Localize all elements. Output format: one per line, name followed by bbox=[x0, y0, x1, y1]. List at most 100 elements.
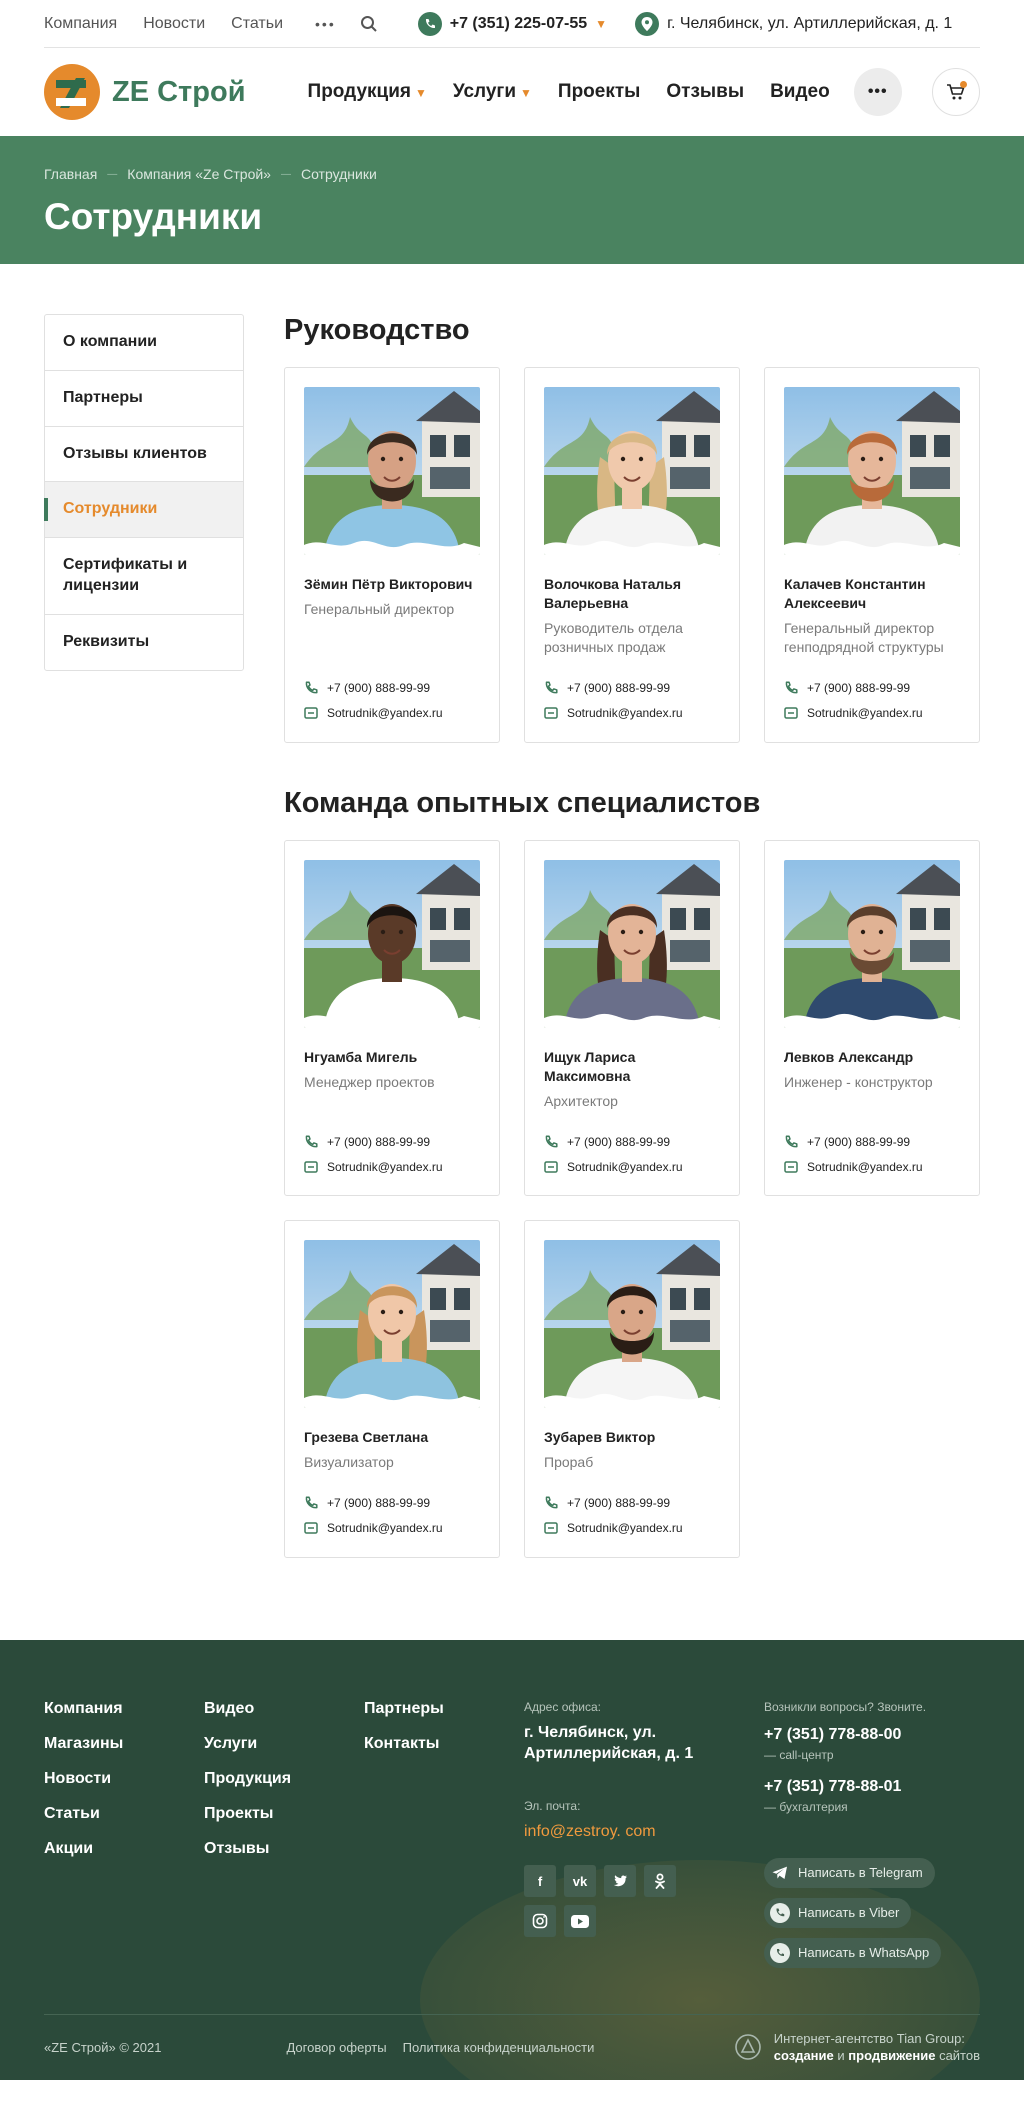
logo[interactable]: ZE Строй bbox=[44, 64, 246, 120]
staff-phone-number: +7 (900) 888-99-99 bbox=[327, 1496, 431, 1511]
top-link-articles[interactable]: Статьи bbox=[231, 15, 283, 33]
breadcrumb-company[interactable]: Компания «Ze Строй» bbox=[127, 166, 271, 182]
main-header: ZE Строй Продукция ▼ Услуги ▼ Проекты Отзы… bbox=[44, 48, 980, 136]
search-icon[interactable] bbox=[360, 15, 378, 33]
nav-item-projects[interactable]: Проекты bbox=[558, 81, 640, 103]
telegram-button[interactable]: Написать в Telegram bbox=[764, 1857, 935, 1888]
staff-email[interactable]: Sotrudnik@yandex.ru bbox=[544, 1516, 720, 1541]
sidebar-item[interactable]: Отзывы клиентов bbox=[45, 427, 243, 483]
top-link-news[interactable]: Новости bbox=[143, 15, 205, 33]
breadcrumb-home[interactable]: Главная bbox=[44, 166, 97, 182]
footer-bottom: «ZE Строй» © 2021 Договор оферты Политик… bbox=[44, 2013, 980, 2080]
staff-email[interactable]: Sotrudnik@yandex.ru bbox=[304, 701, 480, 726]
staff-card: Левков Александр Инженер - конструктор +7 … bbox=[764, 839, 980, 1197]
staff-email-address: Sotrudnik@yandex.ru bbox=[567, 1521, 683, 1536]
top-link-company[interactable]: Компания bbox=[44, 15, 117, 33]
sidebar-item[interactable]: Реквизиты bbox=[45, 615, 243, 670]
mail-icon bbox=[304, 1522, 318, 1535]
staff-phone-number: +7 (900) 888-99-99 bbox=[567, 1496, 671, 1511]
footer-link[interactable]: Статьи bbox=[44, 1805, 204, 1823]
more-menu-button[interactable]: ••• bbox=[853, 68, 902, 116]
footer-link[interactable]: Партнеры bbox=[364, 1700, 524, 1718]
sidebar-item[interactable]: Сертификаты и лицензии bbox=[45, 538, 243, 615]
footer-link[interactable]: Услуги bbox=[204, 1735, 364, 1753]
sidebar-item[interactable]: Сотрудники bbox=[44, 482, 243, 539]
odnoklassniki-icon[interactable] bbox=[644, 1865, 676, 1898]
agency-credit[interactable]: Интернет-агентство Tian Group: создание … bbox=[734, 2030, 980, 2065]
footer-link[interactable]: Отзывы bbox=[204, 1840, 364, 1858]
whatsapp-button[interactable]: Написать в WhatsApp bbox=[764, 1937, 942, 1968]
more-top-links-icon[interactable]: ••• bbox=[315, 16, 336, 32]
staff-email[interactable]: Sotrudnik@yandex.ru bbox=[784, 1154, 960, 1179]
staff-email-address: Sotrudnik@yandex.ru bbox=[807, 1159, 923, 1174]
nav-item-products[interactable]: Продукция ▼ bbox=[308, 81, 427, 103]
staff-phone[interactable]: +7 (900) 888-99-99 bbox=[544, 1129, 720, 1154]
staff-role: Инженер - конструктор bbox=[784, 1073, 933, 1090]
staff-phone[interactable]: +7 (900) 888-99-99 bbox=[544, 1491, 720, 1516]
staff-name: Нгуамба Мигель bbox=[304, 1048, 418, 1065]
phone-icon bbox=[785, 681, 798, 694]
nav-item-services[interactable]: Услуги ▼ bbox=[453, 81, 532, 103]
offer-agreement-link[interactable]: Договор оферты bbox=[286, 2040, 386, 2055]
staff-email[interactable]: Sotrudnik@yandex.ru bbox=[544, 1154, 720, 1179]
footer-link[interactable]: Магазины bbox=[44, 1735, 204, 1753]
staff-phone[interactable]: +7 (900) 888-99-99 bbox=[784, 1129, 960, 1154]
staff-role: Прораб bbox=[544, 1454, 594, 1471]
footer-email[interactable]: info@zestroy. com bbox=[524, 1823, 764, 1841]
staff-email[interactable]: Sotrudnik@yandex.ru bbox=[784, 701, 960, 726]
footer-link[interactable]: Новости bbox=[44, 1770, 204, 1788]
page-hero: Главная — Компания «Ze Строй» — Сотрудни… bbox=[0, 136, 1024, 264]
instagram-icon[interactable] bbox=[524, 1905, 556, 1938]
staff-phone[interactable]: +7 (900) 888-99-99 bbox=[784, 676, 960, 701]
staff-photo bbox=[784, 859, 960, 1028]
staff-photo bbox=[544, 387, 720, 555]
staff-name: Грезева Светлана bbox=[304, 1429, 429, 1446]
viber-button[interactable]: Написать в Viber bbox=[764, 1897, 912, 1928]
cart-button[interactable] bbox=[932, 68, 980, 116]
logo-mark bbox=[44, 64, 100, 120]
staff-email[interactable]: Sotrudnik@yandex.ru bbox=[544, 701, 720, 726]
section-title: Руководство bbox=[284, 314, 470, 346]
nav-item-reviews[interactable]: Отзывы bbox=[666, 81, 744, 103]
staff-email[interactable]: Sotrudnik@yandex.ru bbox=[304, 1516, 480, 1541]
vk-icon[interactable]: vk bbox=[564, 1865, 596, 1898]
footer-phone-callcenter[interactable]: +7 (351) 778-88-00 bbox=[764, 1726, 980, 1744]
staff-contacts: +7 (900) 888-99-99 Sotrudnik@yandex.ru bbox=[544, 1111, 720, 1179]
footer-email-label: Эл. почта: bbox=[524, 1799, 581, 1814]
staff-phone[interactable]: +7 (900) 888-99-99 bbox=[304, 676, 480, 701]
staff-email-address: Sotrudnik@yandex.ru bbox=[807, 706, 923, 721]
staff-contacts: +7 (900) 888-99-99 Sotrudnik@yandex.ru bbox=[784, 1111, 960, 1179]
top-phone[interactable]: +7 (351) 225-07-55 ▼ bbox=[417, 11, 607, 36]
mail-icon bbox=[784, 1161, 798, 1173]
privacy-policy-link[interactable]: Политика конфиденциальности bbox=[403, 2040, 595, 2055]
footer-link[interactable]: Акции bbox=[44, 1840, 204, 1858]
sidebar-item[interactable]: О компании bbox=[45, 315, 243, 371]
staff-contacts: +7 (900) 888-99-99 Sotrudnik@yandex.ru bbox=[304, 1473, 480, 1541]
location-pin-icon bbox=[635, 11, 660, 36]
footer-phones: Возникли вопросы? Звоните. +7 (351) 778-… bbox=[764, 1700, 980, 1968]
staff-phone[interactable]: +7 (900) 888-99-99 bbox=[544, 676, 720, 701]
staff-contacts: +7 (900) 888-99-99 Sotrudnik@yandex.ru bbox=[544, 658, 720, 726]
footer-questions-label: Возникли вопросы? Звоните. bbox=[764, 1699, 927, 1714]
footer-link[interactable]: Продукция bbox=[204, 1770, 364, 1788]
footer-link[interactable]: Компания bbox=[44, 1700, 204, 1718]
staff-contacts: +7 (900) 888-99-99 Sotrudnik@yandex.ru bbox=[304, 658, 480, 726]
staff-name: Ищук Лариса Максимовна bbox=[544, 1048, 636, 1084]
copyright: «ZE Строй» © 2021 bbox=[44, 2039, 162, 2055]
staff-phone[interactable]: +7 (900) 888-99-99 bbox=[304, 1491, 480, 1516]
section-title: Команда опытных специалистов bbox=[284, 786, 761, 819]
staff-name: Калачев Константин Алексеевич bbox=[784, 576, 926, 611]
twitter-icon[interactable] bbox=[604, 1865, 636, 1898]
footer-link[interactable]: Видео bbox=[204, 1700, 364, 1718]
facebook-icon[interactable]: f bbox=[524, 1865, 556, 1898]
staff-email[interactable]: Sotrudnik@yandex.ru bbox=[304, 1154, 480, 1179]
chevron-down-icon[interactable]: ▼ bbox=[595, 17, 607, 31]
footer-link[interactable]: Контакты bbox=[364, 1735, 524, 1753]
footer-phone-accounting[interactable]: +7 (351) 778-88-01 bbox=[764, 1778, 980, 1796]
staff-phone[interactable]: +7 (900) 888-99-99 bbox=[304, 1129, 480, 1154]
youtube-icon[interactable] bbox=[564, 1905, 596, 1938]
nav-item-video[interactable]: Видео bbox=[770, 81, 830, 103]
agency-line-2: создание и продвижение сайтов bbox=[773, 2048, 980, 2064]
footer-link[interactable]: Проекты bbox=[204, 1805, 364, 1823]
sidebar-item[interactable]: Партнеры bbox=[45, 371, 243, 427]
